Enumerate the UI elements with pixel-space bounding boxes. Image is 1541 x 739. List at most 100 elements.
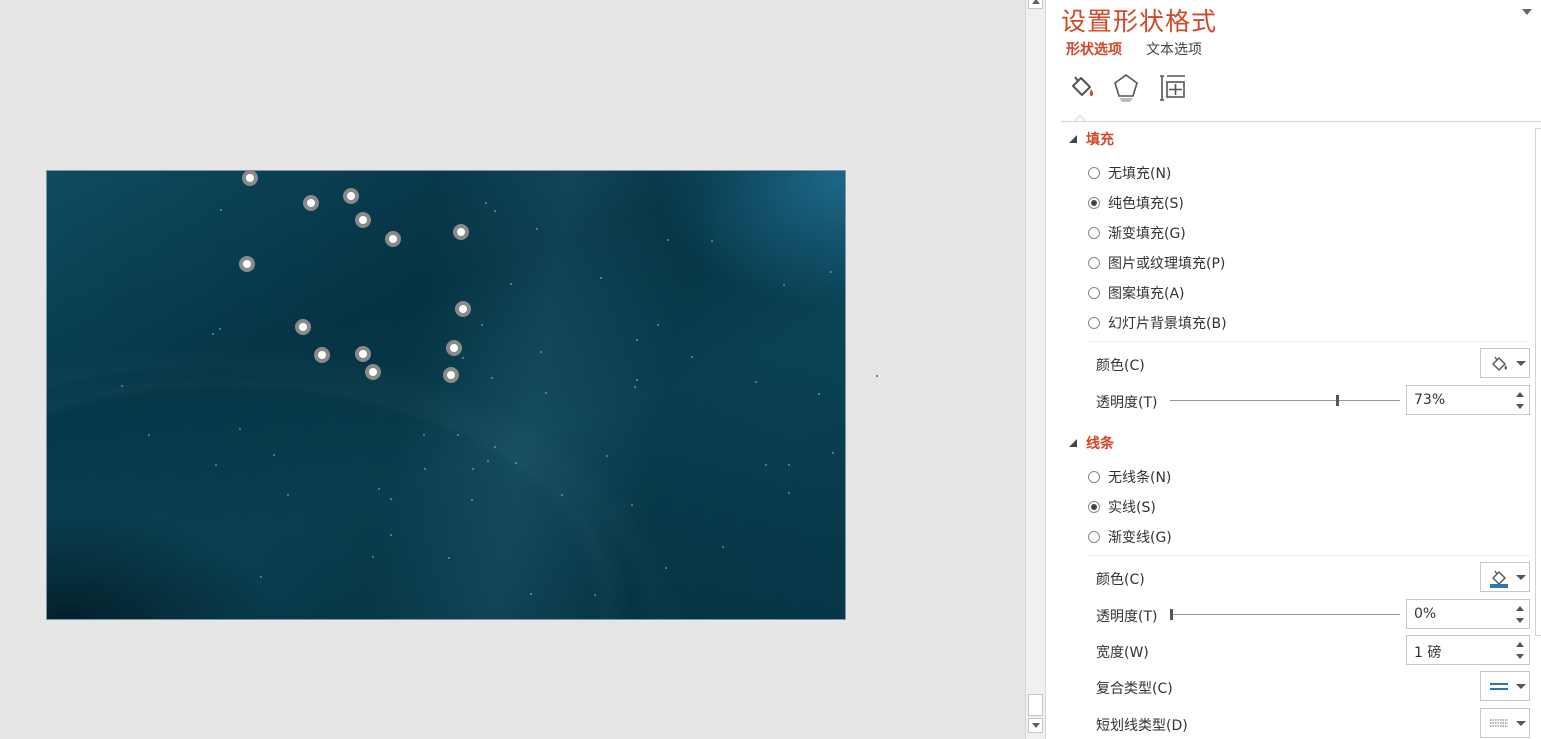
constellation-node[interactable] (343, 188, 359, 204)
spin-down-icon[interactable] (1516, 404, 1524, 409)
star-dot (711, 240, 713, 242)
line-transparency-label: 透明度(T) (1096, 609, 1158, 625)
line-color-button[interactable] (1480, 562, 1530, 592)
fill-transparency-input[interactable]: 73% (1406, 385, 1530, 415)
fill-option-label: 图案填充(A) (1108, 286, 1185, 302)
star-dot (545, 392, 547, 394)
constellation-node[interactable] (303, 195, 319, 211)
radio-button[interactable] (1088, 317, 1100, 329)
size-and-properties-icon[interactable] (1158, 72, 1188, 104)
radio-button[interactable] (1088, 531, 1100, 543)
fill-color-button[interactable] (1480, 348, 1530, 378)
constellation-node[interactable] (295, 319, 311, 335)
spin-down-icon[interactable] (1516, 654, 1524, 659)
spin-up-icon[interactable] (1516, 606, 1524, 611)
star-dot (665, 567, 667, 569)
tab-shape-options[interactable]: 形状选项 (1066, 39, 1122, 59)
star-dot (260, 576, 262, 578)
slide-canvas[interactable] (46, 170, 846, 620)
radio-button[interactable] (1088, 257, 1100, 269)
constellation-node[interactable] (365, 364, 381, 380)
dash-type-button[interactable] (1480, 708, 1530, 738)
line-width-value[interactable]: 1 磅 (1414, 642, 1441, 662)
star-dot (636, 379, 638, 381)
line-width-label: 宽度(W) (1096, 645, 1149, 661)
scroll-up-arrow-icon[interactable] (1028, 0, 1043, 9)
star-dot (494, 210, 496, 212)
line-width-input[interactable]: 1 磅 (1406, 635, 1530, 665)
line-color-dropdown-icon (1516, 575, 1526, 580)
constellation-node[interactable] (314, 347, 330, 363)
spin-up-icon[interactable] (1516, 392, 1524, 397)
dash-type-dropdown-icon (1516, 721, 1526, 726)
star-dot (390, 534, 392, 536)
constellation-node[interactable] (446, 340, 462, 356)
radio-button[interactable] (1088, 287, 1100, 299)
vertical-scrollbar[interactable] (1025, 0, 1046, 739)
star-dot (788, 464, 790, 466)
compound-type-dropdown-icon (1516, 684, 1526, 689)
line-transparency-slider[interactable] (1170, 609, 1400, 620)
line-transparency-input[interactable]: 0% (1406, 599, 1530, 629)
line-transparency-slider-thumb[interactable] (1170, 609, 1173, 620)
constellation-node[interactable] (242, 170, 258, 186)
fill-option[interactable]: 幻灯片背景填充(B) (1088, 313, 1227, 333)
star-dot (481, 324, 483, 326)
star-dot (636, 339, 638, 341)
fill-transparency-slider[interactable] (1170, 395, 1400, 406)
radio-button[interactable] (1088, 227, 1100, 239)
fill-and-line-icon[interactable] (1066, 72, 1096, 104)
compound-type-button[interactable] (1480, 671, 1530, 701)
scroll-down-arrow-icon[interactable] (1028, 718, 1043, 733)
fill-transparency-slider-thumb[interactable] (1336, 395, 1339, 406)
radio-button[interactable] (1088, 501, 1100, 513)
constellation-node[interactable] (385, 231, 401, 247)
star-dot (606, 455, 608, 457)
fill-option[interactable]: 无填充(N) (1088, 163, 1171, 183)
collapse-triangle-icon (1069, 135, 1077, 143)
fill-option[interactable]: 纯色填充(S) (1088, 193, 1184, 213)
constellation-node[interactable] (355, 346, 371, 362)
star-dot (219, 328, 221, 330)
fill-option[interactable]: 图片或纹理填充(P) (1088, 253, 1225, 273)
line-transparency-value[interactable]: 0% (1414, 606, 1436, 622)
star-dot (765, 464, 767, 466)
slide-background-waves (47, 171, 845, 619)
star-dot (378, 488, 380, 490)
star-dot (667, 239, 669, 241)
constellation-node[interactable] (453, 224, 469, 240)
scroll-thumb[interactable] (1028, 694, 1043, 716)
constellation-node[interactable] (355, 212, 371, 228)
fill-option-label: 无填充(N) (1108, 166, 1172, 182)
fill-option[interactable]: 图案填充(A) (1088, 283, 1185, 303)
pane-options-dropdown-icon[interactable] (1522, 9, 1532, 15)
constellation-node[interactable] (443, 367, 459, 383)
fill-color-label: 颜色(C) (1096, 358, 1145, 374)
pane-title: 设置形状格式 (1061, 7, 1218, 36)
radio-button[interactable] (1088, 471, 1100, 483)
constellation-node[interactable] (455, 301, 471, 317)
radio-button[interactable] (1088, 197, 1100, 209)
section-fill-title: 填充 (1086, 132, 1114, 148)
line-option[interactable]: 实线(S) (1088, 497, 1156, 517)
constellation-node[interactable] (239, 256, 255, 272)
effects-pentagon-icon[interactable] (1111, 72, 1141, 104)
line-option-label: 渐变线(G) (1108, 530, 1172, 546)
star-dot (755, 381, 757, 383)
pane-scrollbar[interactable] (1535, 128, 1541, 636)
section-fill-header[interactable]: 填充 (1069, 129, 1114, 149)
line-option[interactable]: 渐变线(G) (1088, 527, 1172, 547)
radio-button[interactable] (1088, 167, 1100, 179)
slide-editing-area[interactable] (0, 0, 1025, 739)
star-dot (536, 228, 538, 230)
fill-option[interactable]: 渐变填充(G) (1088, 223, 1186, 243)
line-color-label: 颜色(C) (1096, 572, 1145, 588)
spin-up-icon[interactable] (1516, 642, 1524, 647)
star-dot (424, 468, 426, 470)
section-line-header[interactable]: 线条 (1069, 433, 1114, 453)
tab-text-options[interactable]: 文本选项 (1146, 39, 1202, 59)
spin-down-icon[interactable] (1516, 618, 1524, 623)
line-option-label: 无线条(N) (1108, 470, 1172, 486)
fill-transparency-value[interactable]: 73% (1414, 392, 1445, 408)
line-option[interactable]: 无线条(N) (1088, 467, 1171, 487)
